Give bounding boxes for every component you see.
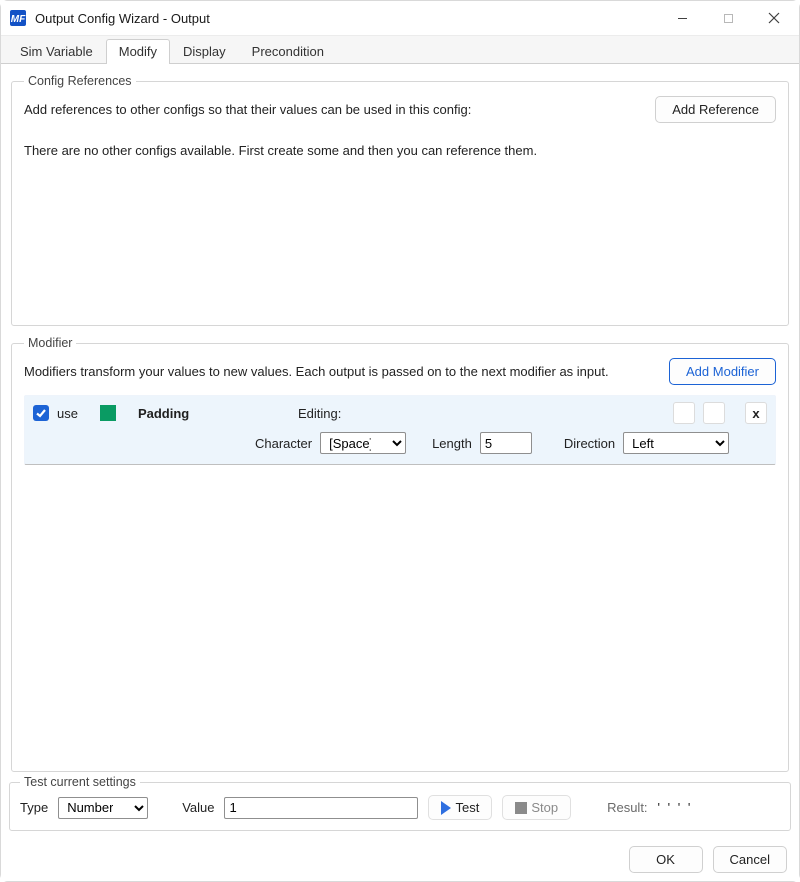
test-button[interactable]: Test xyxy=(428,795,492,820)
modifier-item: use Padding Editing: x Character [Space]… xyxy=(24,395,776,465)
modifier-desc: Modifiers transform your values to new v… xyxy=(24,364,663,379)
config-references-desc: Add references to other configs so that … xyxy=(24,102,649,117)
test-type-select[interactable]: Number xyxy=(58,797,148,819)
minimize-button[interactable] xyxy=(659,2,705,34)
config-references-group: Config References Add references to othe… xyxy=(11,74,789,326)
length-label: Length xyxy=(432,436,472,451)
config-references-empty: There are no other configs available. Fi… xyxy=(24,143,776,158)
length-input[interactable] xyxy=(480,432,532,454)
test-settings-group: Test current settings Type Number Value … xyxy=(9,775,791,831)
dialog-footer: OK Cancel xyxy=(1,837,799,881)
ok-button[interactable]: OK xyxy=(629,846,703,873)
tab-strip: Sim Variable Modify Display Precondition xyxy=(1,35,799,63)
tab-sim-variable[interactable]: Sim Variable xyxy=(7,39,106,64)
use-checkbox[interactable] xyxy=(33,405,49,421)
move-down-button[interactable] xyxy=(703,402,725,424)
direction-label: Direction xyxy=(564,436,615,451)
modifier-color-swatch xyxy=(100,405,116,421)
play-icon xyxy=(441,801,451,815)
modifier-group: Modifier Modifiers transform your values… xyxy=(11,336,789,772)
move-up-button[interactable] xyxy=(673,402,695,424)
tab-modify[interactable]: Modify xyxy=(106,39,170,64)
remove-modifier-button[interactable]: x xyxy=(745,402,767,424)
cancel-button[interactable]: Cancel xyxy=(713,846,787,873)
test-settings-legend: Test current settings xyxy=(20,775,140,789)
add-modifier-button[interactable]: Add Modifier xyxy=(669,358,776,385)
result-label: Result: xyxy=(607,800,647,815)
character-label: Character xyxy=(255,436,312,451)
use-label: use xyxy=(57,406,78,421)
modifier-legend: Modifier xyxy=(24,336,76,350)
maximize-button[interactable] xyxy=(705,2,751,34)
app-icon: MF xyxy=(9,9,27,27)
test-value-label: Value xyxy=(182,800,214,815)
stop-button[interactable]: Stop xyxy=(502,795,571,820)
direction-select[interactable]: Left xyxy=(623,432,729,454)
character-select[interactable]: [Space] xyxy=(320,432,406,454)
svg-text:MF: MF xyxy=(11,14,26,25)
title-bar: MF Output Config Wizard - Output xyxy=(1,1,799,35)
tab-display[interactable]: Display xyxy=(170,39,239,64)
editing-label: Editing: xyxy=(298,406,341,421)
tab-panel-modify: Config References Add references to othe… xyxy=(1,63,799,792)
tab-precondition[interactable]: Precondition xyxy=(239,39,337,64)
close-button[interactable] xyxy=(751,2,797,34)
window-title: Output Config Wizard - Output xyxy=(35,11,210,26)
test-value-input[interactable] xyxy=(224,797,418,819)
stop-icon xyxy=(515,802,527,814)
test-type-label: Type xyxy=(20,800,48,815)
modifier-name: Padding xyxy=(138,406,258,421)
config-references-legend: Config References xyxy=(24,74,136,88)
add-reference-button[interactable]: Add Reference xyxy=(655,96,776,123)
result-value: ' ' ' ' xyxy=(658,800,693,815)
